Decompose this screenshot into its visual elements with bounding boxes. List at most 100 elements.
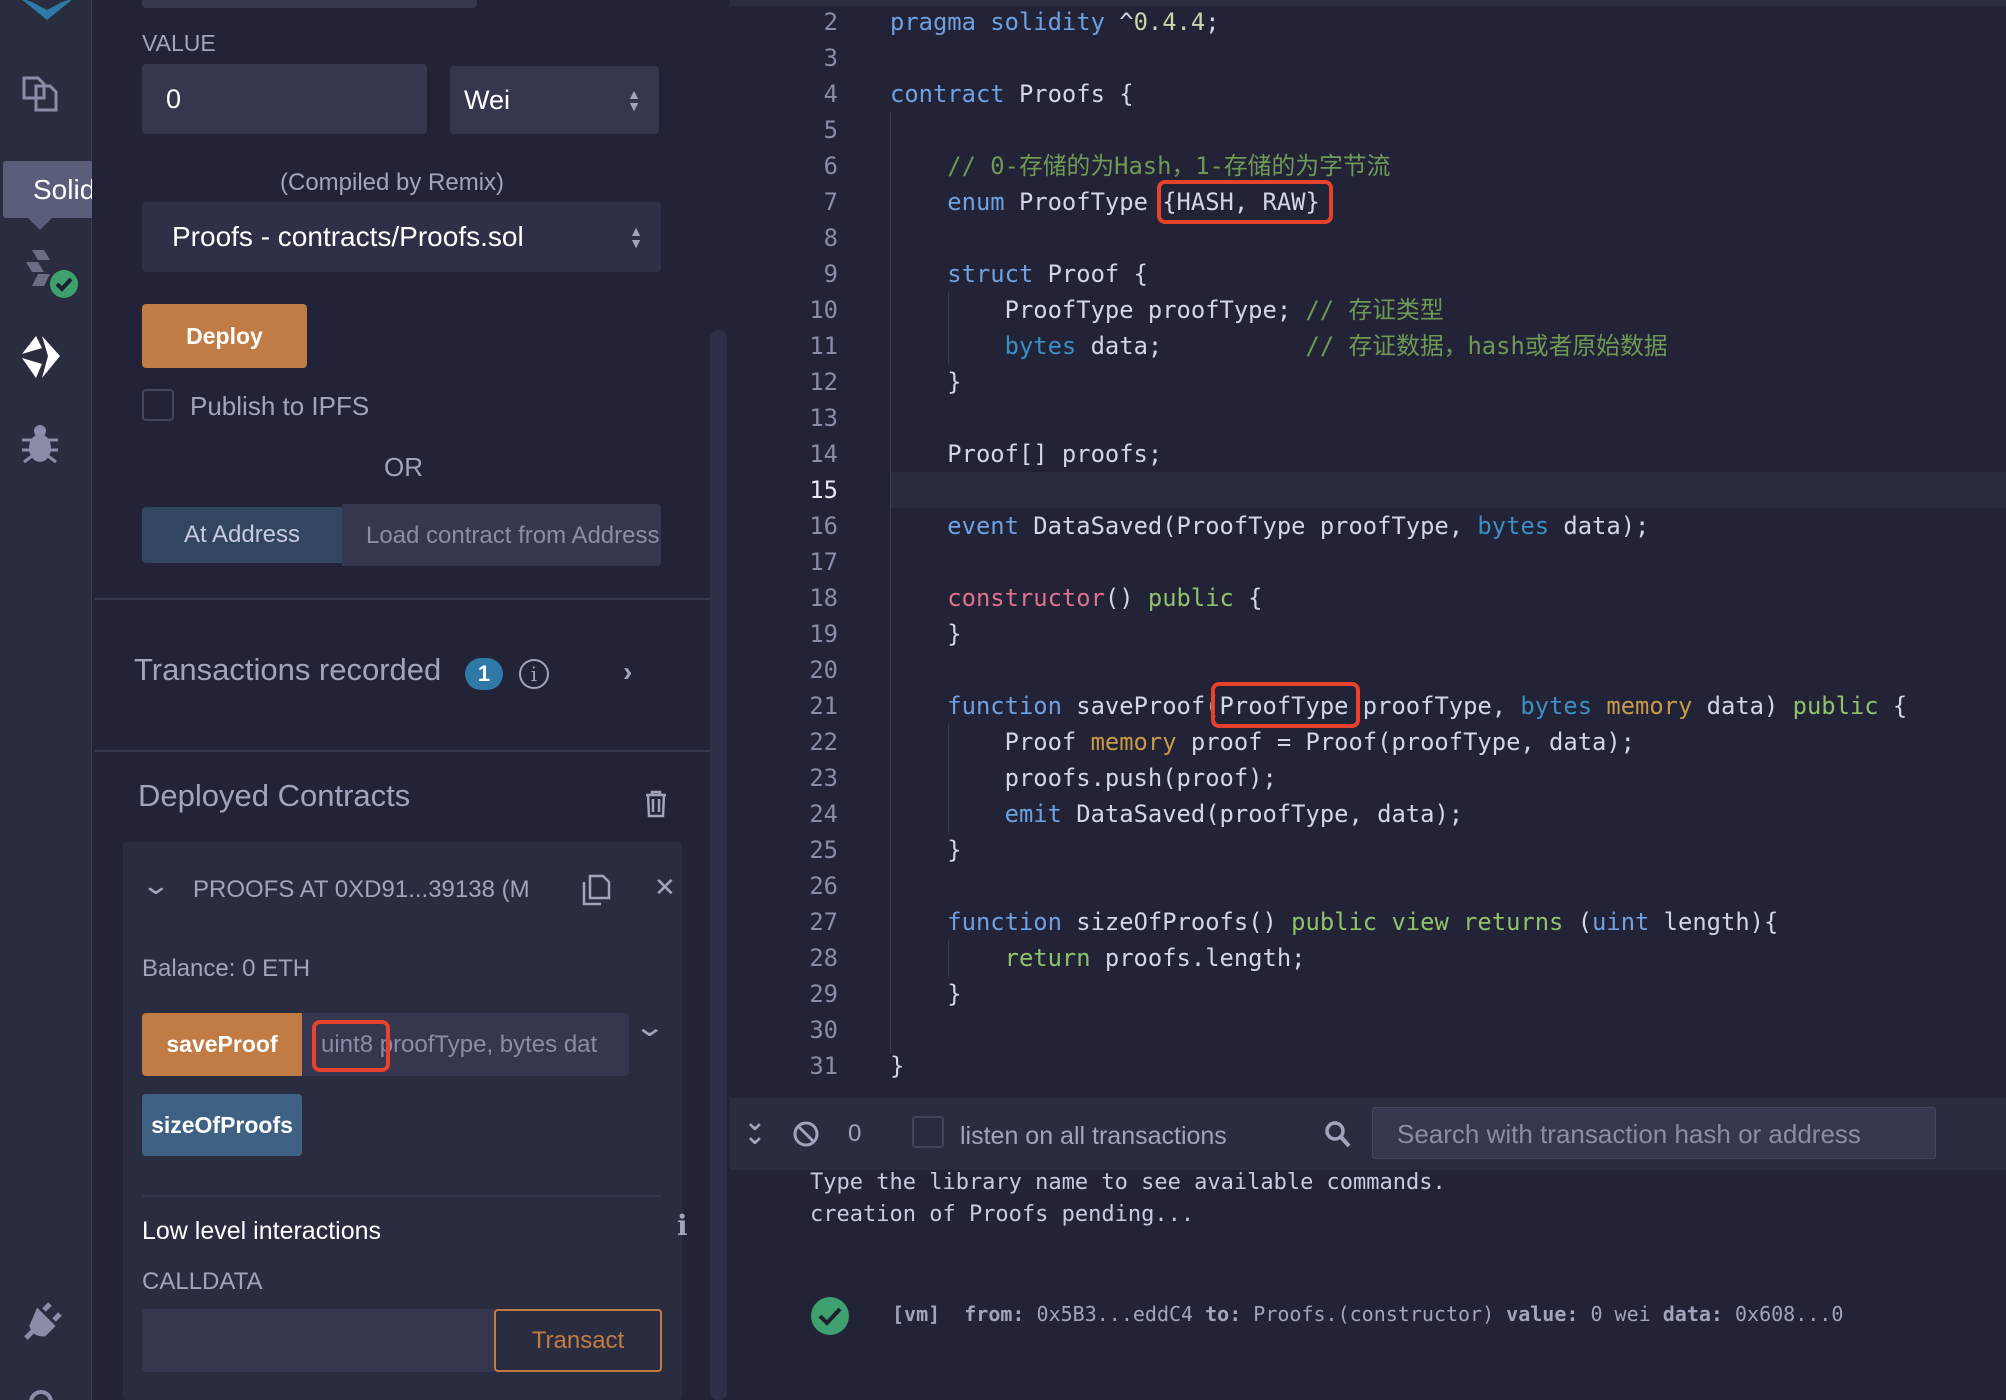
line-number: 2: [823, 8, 838, 36]
code-token: proofs.push(proof);: [890, 764, 1277, 792]
trash-icon[interactable]: [644, 790, 668, 818]
param-rest: proofType, bytes dat: [373, 1031, 598, 1058]
code-token: public: [1147, 584, 1234, 612]
code-token: }: [890, 836, 962, 864]
code-token: }: [890, 1052, 905, 1080]
code-token: // 0-存储的为Hash，1-存储的为字节流: [890, 152, 1391, 180]
gas-limit-field[interactable]: [142, 0, 477, 8]
contract-select[interactable]: Proofs - contracts/Proofs.sol ▲ ▼: [142, 202, 661, 272]
code-token: sizeOfProofs(): [1061, 908, 1292, 936]
code-token: constructor: [890, 584, 1105, 612]
code-line[interactable]: }: [890, 616, 962, 652]
info-icon[interactable]: i: [677, 1209, 688, 1242]
code-token: ;: [1205, 8, 1220, 36]
success-check-icon: [811, 1297, 849, 1335]
code-line[interactable]: Proof memory proof = Proof(proofType, da…: [890, 724, 1635, 760]
code-line[interactable]: return proofs.length;: [890, 940, 1306, 976]
code-line[interactable]: struct Proof {: [890, 256, 1148, 292]
code-line[interactable]: event DataSaved(ProofType proofType, byt…: [890, 508, 1649, 544]
chevron-right-icon[interactable]: ›: [623, 656, 632, 688]
search-icon[interactable]: [1324, 1120, 1352, 1150]
code-token: Proof: [890, 728, 1091, 756]
code-line[interactable]: }: [890, 976, 961, 1012]
code-line[interactable]: Proof[] proofs;: [890, 436, 1162, 472]
listen-all-checkbox[interactable]: [912, 1116, 944, 1148]
at-address-button[interactable]: At Address: [142, 507, 342, 563]
code-line[interactable]: bytes data; // 存证数据，hash或者原始数据: [890, 328, 1668, 364]
chevron-down-icon[interactable]: ⌄: [141, 870, 172, 901]
terminal-toolbar: ⌄ ⌄ 0 listen on all transactions Search w…: [730, 1098, 2006, 1170]
unit-select[interactable]: Wei ▲ ▼: [450, 66, 659, 134]
code-line[interactable]: constructor() public {: [890, 580, 1262, 616]
calldata-label: CALLDATA: [142, 1268, 263, 1295]
code-line[interactable]: contract Proofs {: [890, 76, 1134, 112]
code-line[interactable]: }: [890, 364, 962, 400]
code-line[interactable]: emit DataSaved(proofType, data);: [890, 796, 1463, 832]
clear-console-icon[interactable]: [792, 1120, 820, 1148]
code-token: }: [890, 368, 962, 396]
publish-ipfs-label: Publish to IPFS: [190, 391, 370, 421]
file-explorer-icon[interactable]: [20, 70, 62, 114]
solidity-compiler-icon[interactable]: [22, 246, 82, 302]
code-line[interactable]: function saveProof(ProofType proofType, …: [890, 688, 1907, 724]
code-line[interactable]: }: [890, 832, 962, 868]
line-number: 31: [809, 1052, 838, 1080]
line-number: 24: [809, 800, 838, 828]
code-editor[interactable]: 2 pragma solidity ^0.4.4; 3 4 contract Proof…: [730, 0, 2006, 1098]
size-of-proofs-button[interactable]: sizeOfProofs: [142, 1094, 302, 1156]
publish-ipfs-checkbox[interactable]: [142, 389, 174, 421]
line-number: 18: [809, 584, 838, 612]
code-token: proofs.length;: [1090, 944, 1306, 972]
code-line[interactable]: }: [890, 1048, 904, 1084]
code-token: (: [1563, 908, 1593, 936]
divider: [95, 750, 710, 752]
deploy-run-icon[interactable]: [18, 334, 62, 380]
transaction-log-line[interactable]: [vm] from: 0x5B3...eddC4 to: Proofs.(con…: [892, 1302, 1843, 1326]
code-token: (): [1104, 584, 1148, 612]
code-line[interactable]: // 0-存储的为Hash，1-存储的为字节流: [890, 148, 1390, 184]
expand-chevron-icon[interactable]: ⌄: [633, 1010, 666, 1043]
transaction-search-input[interactable]: Search with transaction hash or address: [1372, 1107, 1936, 1159]
code-token: public view returns: [1291, 908, 1564, 936]
code-token: uint: [1592, 908, 1650, 936]
line-number: 29: [809, 980, 838, 1008]
code-token: ^: [1104, 8, 1134, 36]
deploy-button[interactable]: Deploy: [142, 304, 307, 368]
transact-button[interactable]: Transact: [494, 1309, 662, 1372]
code-token: pragma solidity: [890, 8, 1105, 36]
value-input[interactable]: 0: [142, 64, 427, 134]
code-token: bytes: [1520, 692, 1593, 720]
settings-icon[interactable]: [24, 1388, 58, 1400]
line-number: 5: [823, 116, 838, 144]
balance-label: Balance: 0 ETH: [142, 955, 311, 982]
plugin-manager-icon[interactable]: [20, 1302, 62, 1344]
listen-all-label: listen on all transactions: [960, 1122, 1227, 1150]
code-token: public: [1792, 692, 1879, 720]
save-proof-button[interactable]: saveProof: [142, 1013, 302, 1076]
calldata-input[interactable]: [142, 1309, 494, 1372]
load-contract-address-input[interactable]: Load contract from Address: [342, 504, 661, 566]
code-token: data): [1692, 692, 1793, 720]
console-line: Type the library name to see available c…: [810, 1170, 1446, 1195]
contract-instance-title[interactable]: PROOFS AT 0XD91...39138 (M: [193, 876, 530, 904]
line-number: 19: [809, 620, 838, 648]
close-icon[interactable]: ✕: [654, 872, 676, 903]
collapse-terminal-icon[interactable]: ⌄ ⌄: [744, 1108, 766, 1148]
code-line[interactable]: pragma solidity ^0.4.4;: [890, 4, 1220, 40]
code-token: memory: [1606, 692, 1693, 720]
select-arrows-icon: ▲ ▼: [627, 86, 641, 114]
contract-select-value: Proofs - contracts/Proofs.sol: [172, 221, 524, 252]
code-line[interactable]: proofs.push(proof);: [890, 760, 1277, 796]
code-line[interactable]: function sizeOfProofs() public view retu…: [890, 904, 1778, 940]
console-output: Type the library name to see available c…: [810, 1167, 1446, 1231]
panel-scrollbar[interactable]: [710, 330, 727, 1400]
line-number: 20: [809, 656, 838, 684]
info-icon[interactable]: i: [519, 659, 549, 689]
copy-icon[interactable]: [581, 874, 611, 906]
remix-logo-icon[interactable]: [18, 0, 76, 24]
code-token: bytes: [1477, 512, 1550, 540]
code-token: }: [890, 620, 962, 648]
line-number: 4: [823, 80, 838, 108]
debugger-icon[interactable]: [20, 422, 60, 466]
code-line[interactable]: ProofType proofType; // 存证类型: [890, 292, 1444, 328]
